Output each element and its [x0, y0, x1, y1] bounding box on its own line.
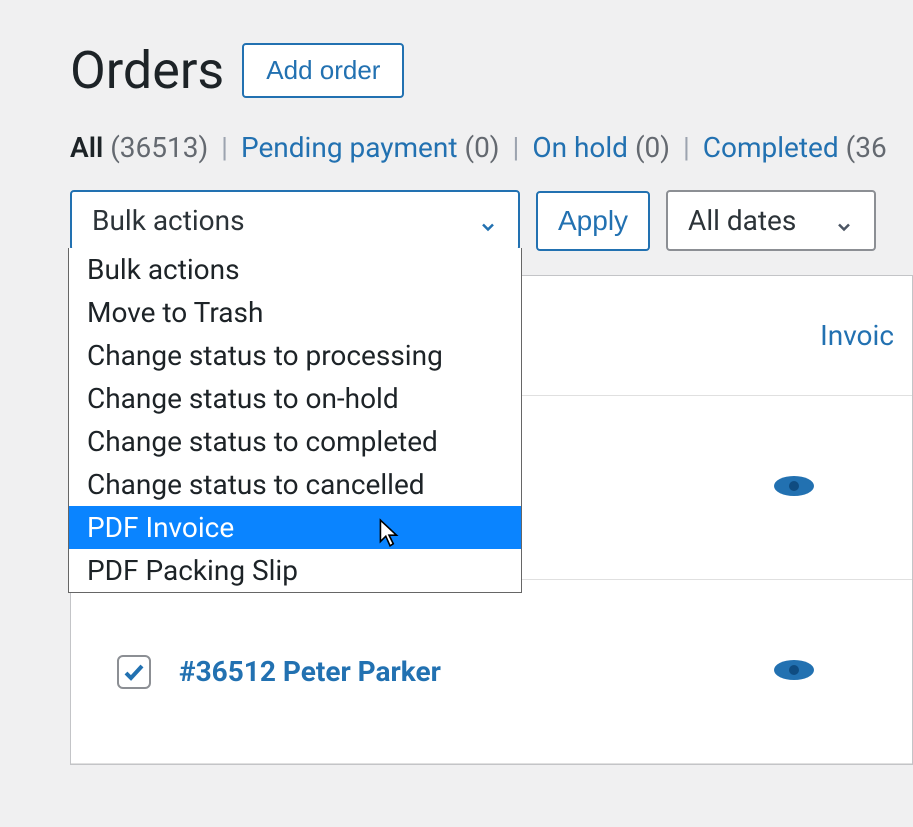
- bulk-option[interactable]: PDF Packing Slip: [69, 549, 521, 592]
- cursor-icon: [377, 518, 401, 548]
- add-order-button[interactable]: Add order: [242, 43, 404, 98]
- bulk-option[interactable]: PDF Invoice: [69, 506, 521, 549]
- chevron-down-icon: [478, 211, 498, 231]
- filter-completed[interactable]: Completed (36: [703, 131, 887, 164]
- chevron-down-icon: [834, 211, 854, 231]
- bulk-actions-select[interactable]: Bulk actions: [70, 190, 520, 251]
- bulk-option[interactable]: Move to Trash: [69, 291, 521, 334]
- page-title: Orders: [70, 40, 224, 101]
- bulk-option[interactable]: Change status to completed: [69, 420, 521, 463]
- apply-button[interactable]: Apply: [536, 191, 650, 251]
- bulk-option[interactable]: Change status to cancelled: [69, 463, 521, 506]
- column-invoice[interactable]: Invoic: [820, 319, 894, 352]
- eye-icon[interactable]: [772, 655, 816, 689]
- order-link[interactable]: #36512 Peter Parker: [179, 655, 694, 688]
- bulk-option[interactable]: Change status to on-hold: [69, 377, 521, 420]
- table-row[interactable]: #36512 Peter Parker: [71, 580, 912, 764]
- filter-pending[interactable]: Pending payment (0): [241, 131, 507, 164]
- filter-all[interactable]: All (36513): [70, 131, 215, 164]
- eye-icon[interactable]: [772, 471, 816, 505]
- row-checkbox[interactable]: [117, 655, 151, 689]
- bulk-actions-selected-label: Bulk actions: [92, 204, 245, 237]
- bulk-actions-dropdown: Bulk actionsMove to TrashChange status t…: [68, 248, 522, 593]
- filter-onhold[interactable]: On hold (0): [532, 131, 677, 164]
- status-filter-tabs: All (36513) | Pending payment (0) | On h…: [70, 131, 913, 164]
- date-filter-select[interactable]: All dates: [666, 190, 876, 251]
- bulk-option[interactable]: Change status to processing: [69, 334, 521, 377]
- bulk-option[interactable]: Bulk actions: [69, 248, 521, 291]
- date-filter-label: All dates: [688, 204, 796, 237]
